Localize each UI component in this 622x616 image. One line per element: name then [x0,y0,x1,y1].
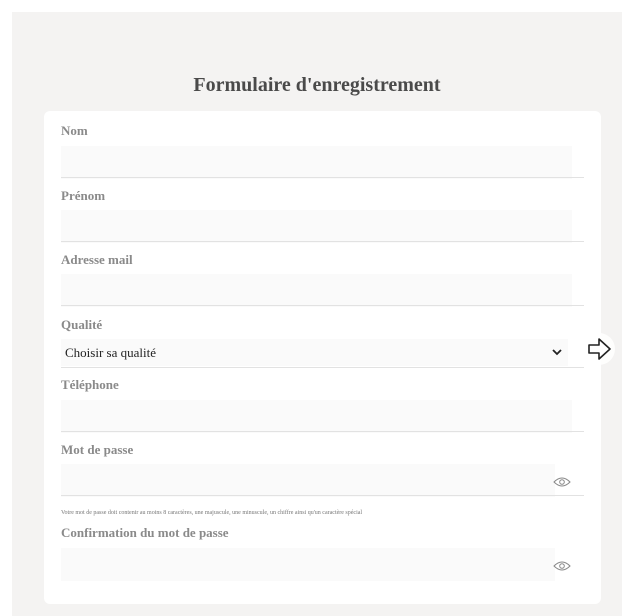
page-background: Formulaire d'enregistrement Nom Prénom A… [12,12,622,616]
telephone-label: Téléphone [61,377,119,392]
prenom-input[interactable] [61,210,572,243]
form-title: Formulaire d'enregistrement [193,74,441,96]
password-confirm-label: Confirmation du mot de passe [61,525,229,540]
chevron-down-icon [550,346,564,360]
registration-form-card: Nom Prénom Adresse mail Qualité Choisir … [44,111,601,604]
email-label: Adresse mail [61,252,133,267]
password-underline [61,495,584,496]
password-input[interactable] [61,464,555,497]
nom-input[interactable] [61,146,572,179]
prenom-label: Prénom [61,188,106,203]
qualite-select[interactable]: Choisir sa qualité [61,339,568,366]
qualite-label: Qualité [61,317,103,332]
qualite-underline [61,367,584,368]
prenom-underline [61,241,584,242]
eye-icon[interactable] [553,559,571,571]
nom-underline [61,177,584,178]
eye-icon[interactable] [553,475,571,487]
nom-label: Nom [61,123,88,138]
telephone-input[interactable] [61,400,572,433]
password-hint: Votre mot de passe doit contenir au moin… [61,510,363,516]
telephone-underline [61,431,584,432]
email-input[interactable] [61,274,572,307]
qualite-selected-value: Choisir sa qualité [65,344,156,360]
password-confirm-input[interactable] [61,548,555,581]
arrow-right-icon [582,332,616,366]
password-label: Mot de passe [61,442,134,457]
email-underline [61,305,584,306]
